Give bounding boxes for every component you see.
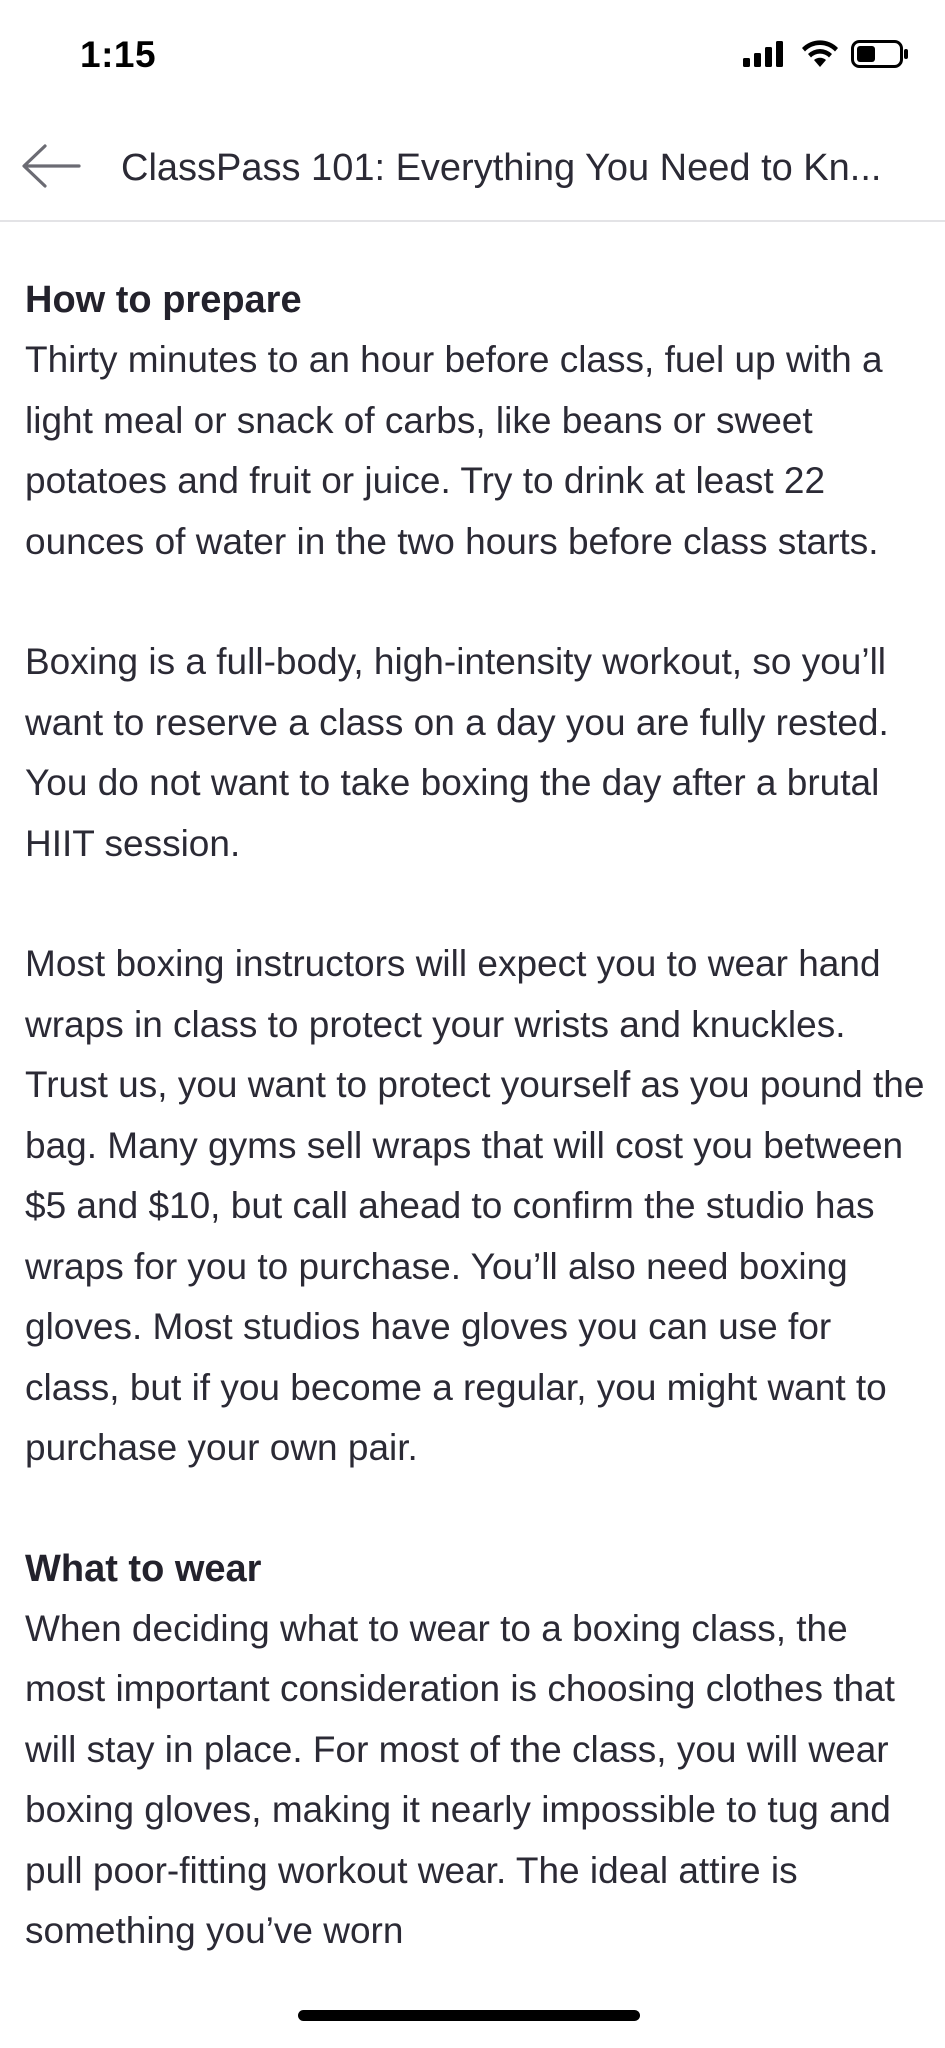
paragraph-wear-intro: When deciding what to wear to a boxing c…	[25, 1607, 895, 1952]
paragraph-prepare-gear: Most boxing instructors will expect you …	[25, 943, 925, 1468]
article-body: How to prepare Thirty minutes to an hour…	[25, 270, 925, 2022]
signal-icon	[743, 41, 789, 72]
wifi-icon	[801, 40, 839, 73]
status-bar: 1:15	[0, 0, 945, 118]
home-indicator[interactable]	[298, 2010, 640, 2021]
nav-bar: ClassPass 101: Everything You Need to Kn…	[0, 118, 945, 222]
page-title: ClassPass 101: Everything You Need to Kn…	[121, 147, 882, 189]
paragraph-prepare-fuel: Thirty minutes to an hour before class, …	[25, 339, 883, 562]
paragraph-prepare-rest: Boxing is a full-body, high-intensity wo…	[25, 641, 889, 864]
section-heading-wear: What to wear	[25, 1547, 262, 1590]
back-button[interactable]	[16, 138, 86, 198]
status-icons	[743, 40, 909, 73]
status-time: 1:15	[80, 34, 157, 75]
section-heading-prepare: How to prepare	[25, 279, 302, 321]
battery-icon	[851, 40, 909, 73]
arrow-left-icon	[21, 143, 81, 193]
